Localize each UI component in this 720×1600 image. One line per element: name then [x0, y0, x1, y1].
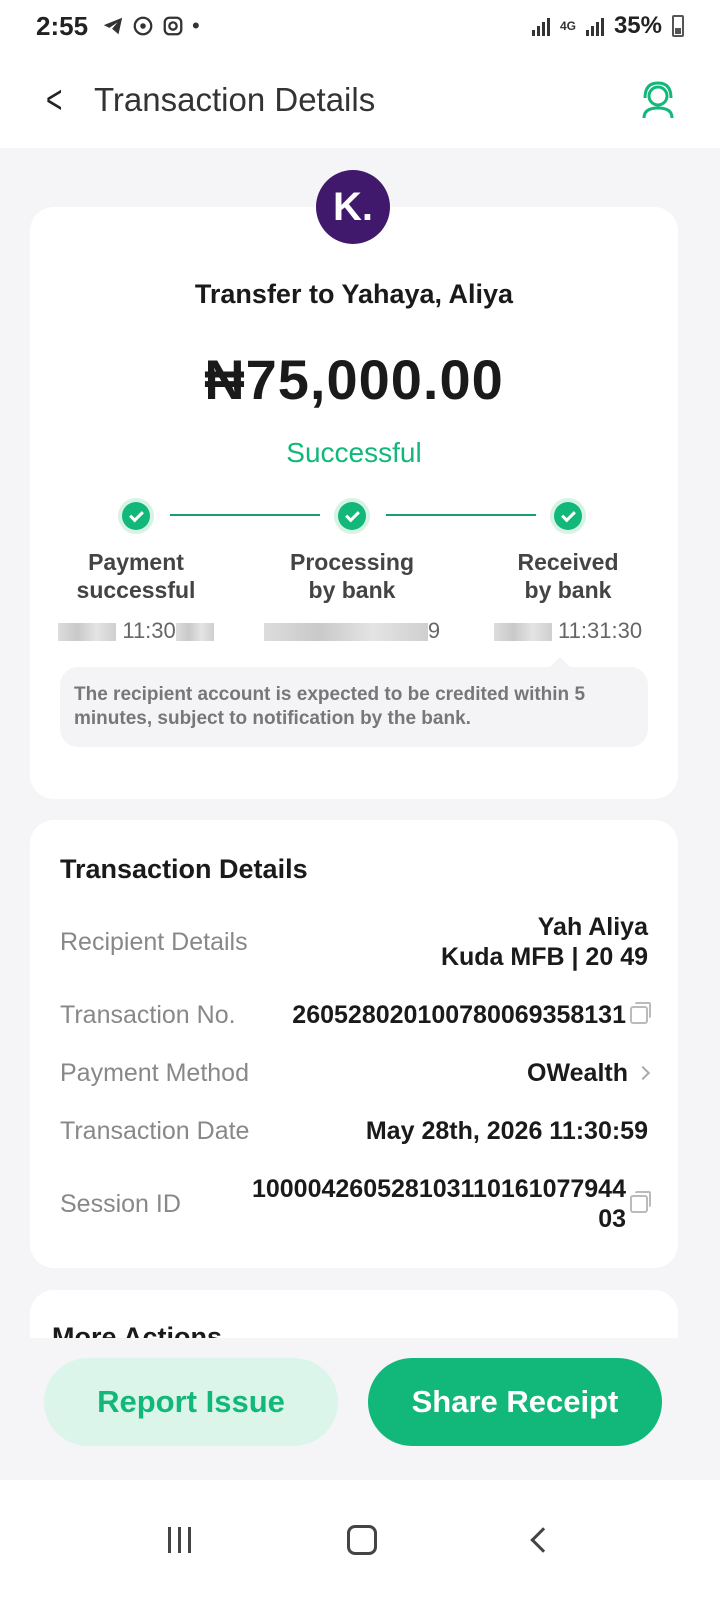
redacted-time — [175, 623, 214, 642]
transaction-date-row: Transaction Date May 28th, 2026 11:30:59 — [60, 1116, 648, 1146]
step-payment-successful: Payment successful 11:30 — [36, 502, 236, 644]
status-right: 4G 35% — [531, 12, 684, 40]
transfer-summary-card: Transfer to Yahaya, Aliya ₦75,000.00 Suc… — [30, 207, 678, 799]
row-label: Transaction No. — [60, 1000, 236, 1029]
redacted-date — [58, 623, 117, 642]
copy-icon[interactable] — [630, 1191, 651, 1213]
system-nav-bar — [0, 1480, 720, 1600]
share-receipt-button[interactable]: Share Receipt — [368, 1358, 662, 1446]
payment-method-row[interactable]: Payment Method OWealth — [60, 1058, 651, 1088]
recipient-bank: Kuda MFB | 20 49 — [440, 943, 648, 971]
recipient-value: Yah Aliya Kuda MFB | 20 49 — [441, 912, 648, 972]
home-icon[interactable] — [347, 1525, 378, 1555]
report-issue-button[interactable]: Report Issue — [44, 1358, 338, 1446]
transaction-number-row: Transaction No. 260528020100780069358131 — [60, 1000, 651, 1030]
step-received-by-bank: Received by bank 11:31:30 — [468, 502, 668, 644]
transfer-amount: ₦75,000.00 — [204, 348, 504, 411]
step-label: Received — [517, 549, 619, 575]
telegram-icon — [103, 17, 123, 35]
session-id: 100004260528103110161077944 03 — [251, 1175, 626, 1233]
bottom-action-bar: Report Issue Share Receipt — [0, 1338, 720, 1480]
signal-icon — [531, 16, 550, 36]
battery-percent: 35% — [613, 12, 662, 39]
step-label: successful — [76, 577, 196, 603]
back-chevron-icon[interactable]: < — [46, 80, 74, 120]
app-header: < Transaction Details — [0, 52, 720, 148]
credit-notice: The recipient account is expected to be … — [60, 657, 648, 747]
check-circle-icon — [554, 502, 582, 530]
transfer-status: Successful — [286, 437, 422, 468]
battery-icon — [672, 15, 684, 37]
section-title: Transaction Details — [60, 854, 308, 884]
payment-method: OWealth — [527, 1059, 628, 1087]
step-label: Processing — [290, 549, 414, 575]
chevron-right-icon — [635, 1065, 651, 1081]
row-label: Recipient Details — [60, 927, 248, 956]
transfer-title: Transfer to Yahaya, Aliya — [194, 279, 514, 309]
instagram-icon — [163, 16, 183, 36]
headset-support-icon[interactable] — [636, 78, 680, 122]
step-label: by bank — [524, 577, 612, 603]
session-id-row: Session ID 100004260528103110161077944 0… — [60, 1174, 651, 1234]
check-circle-icon — [122, 502, 150, 530]
dot-icon: • — [192, 13, 200, 38]
network-type: 4G — [559, 19, 576, 33]
transaction-number: 260528020100780069358131 — [292, 1001, 626, 1029]
step-label: Payment — [88, 549, 184, 575]
check-circle-icon — [338, 502, 366, 530]
step-label: by bank — [308, 577, 396, 603]
recipient-details-row: Recipient Details Yah Aliya Kuda MFB | 2… — [60, 912, 648, 972]
redacted-date — [493, 623, 552, 642]
status-bar: 2:55 • 4G 35% — [0, 0, 720, 52]
step-time: 9 — [252, 618, 452, 644]
status-time: 2:55 — [36, 10, 89, 41]
notification-icons: • — [102, 13, 200, 39]
transaction-date: May 28th, 2026 11:30:59 — [365, 1117, 648, 1145]
redacted-datetime — [263, 623, 428, 642]
row-label: Transaction Date — [60, 1116, 250, 1145]
row-label: Payment Method — [60, 1058, 249, 1087]
recipient-name: Yah Aliya — [537, 913, 648, 941]
copy-icon[interactable] — [630, 1002, 651, 1024]
row-label: Session ID — [60, 1189, 181, 1218]
page-title: Transaction Details — [94, 81, 376, 118]
whatsapp-icon — [133, 16, 153, 36]
signal-icon-2 — [585, 16, 604, 36]
recipient-bank-logo: K. — [316, 170, 390, 244]
progress-steps: Payment successful 11:30 Processing by b… — [30, 502, 678, 644]
back-icon[interactable] — [530, 1527, 556, 1553]
step-processing-by-bank: Processing by bank 9 — [252, 502, 452, 644]
step-time: 11:30 — [36, 618, 236, 644]
step-time: 11:31:30 — [468, 618, 668, 644]
recent-apps-icon[interactable] — [168, 1527, 192, 1553]
transaction-details-card: Transaction Details Recipient Details Ya… — [30, 820, 678, 1268]
